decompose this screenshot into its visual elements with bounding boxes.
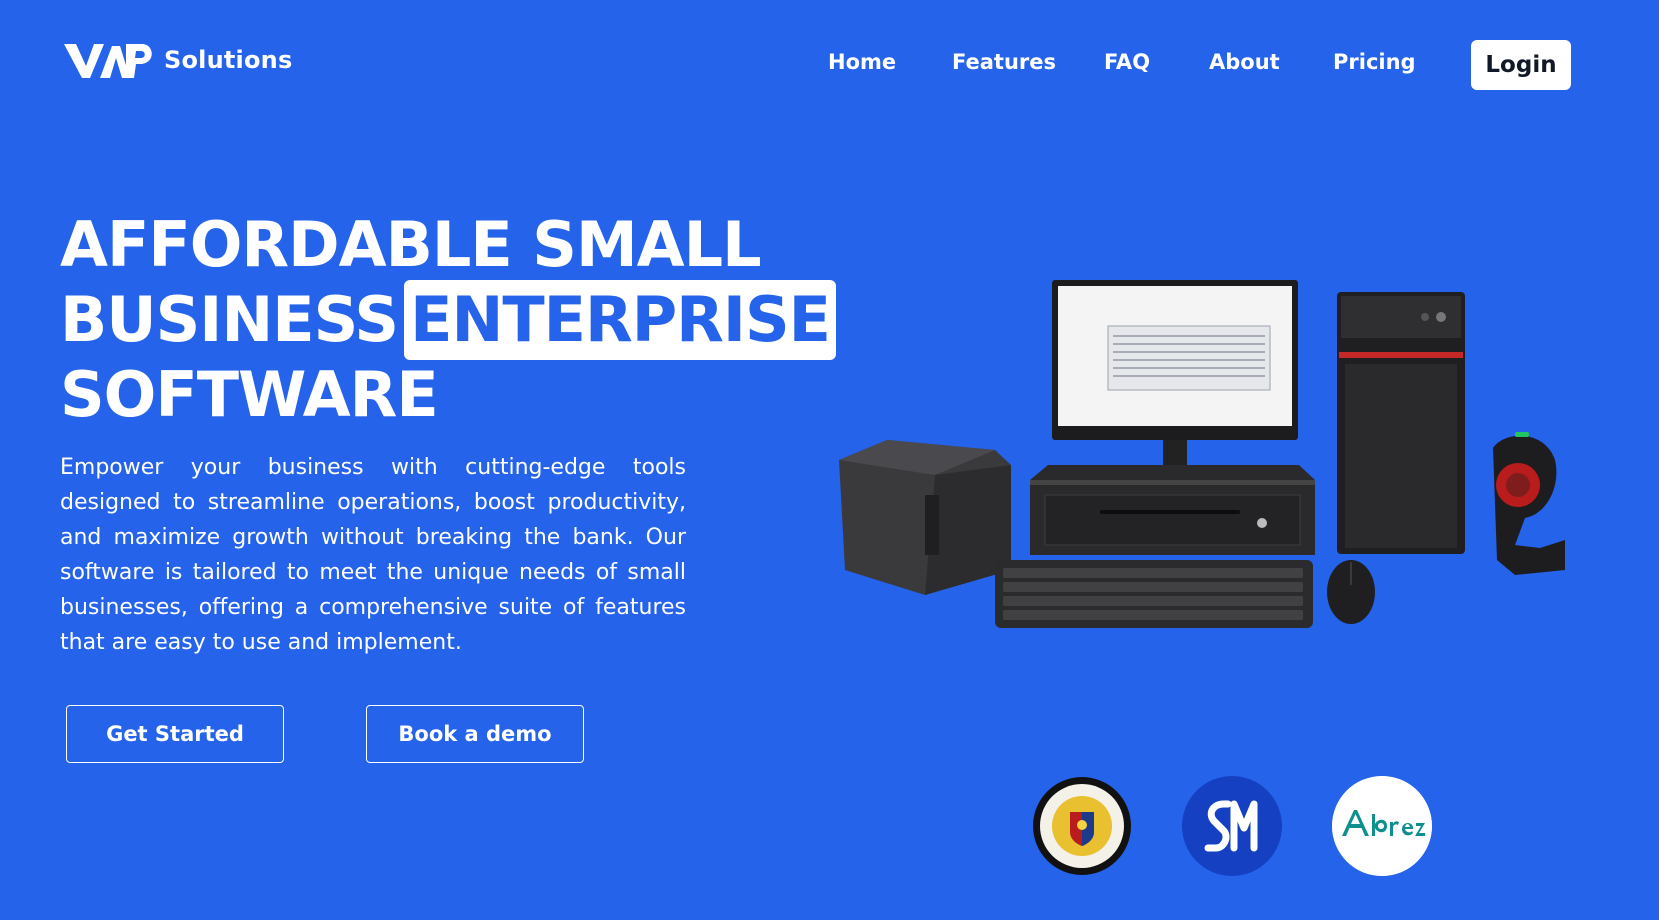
get-started-button[interactable]: Get Started [66, 705, 284, 763]
brand-name: Solutions [164, 46, 293, 74]
hero-description: Empower your business with cutting-edge … [60, 455, 686, 655]
sm-logo [1182, 776, 1282, 876]
sm-logo-icon [1182, 776, 1282, 876]
keyboard-icon [995, 560, 1313, 628]
hero-title-prefix: BUSINESS [60, 283, 399, 356]
nav-pricing[interactable]: Pricing [1333, 50, 1416, 74]
bir-seal-logo [1032, 776, 1132, 876]
abreeza-logo-icon [1332, 776, 1432, 876]
receipt-printer-icon [839, 440, 1011, 595]
hero-title-line-2: BUSINESS ENTERPRISE [60, 280, 836, 360]
monitor-icon [1052, 280, 1298, 476]
cash-drawer-icon [1030, 465, 1315, 555]
vap-logo-icon [64, 44, 152, 78]
hero-title: AFFORDABLE SMALL BUSINESS ENTERPRISE SOFT… [60, 210, 836, 430]
nav-faq[interactable]: FAQ [1104, 50, 1150, 74]
hero-title-line-3: SOFTWARE [60, 358, 439, 431]
login-button[interactable]: Login [1471, 40, 1571, 90]
hero-title-line-1: AFFORDABLE SMALL [60, 208, 762, 281]
mouse-icon [1327, 560, 1375, 624]
book-demo-button[interactable]: Book a demo [366, 705, 584, 763]
nav-features[interactable]: Features [952, 50, 1056, 74]
site-header: Solutions Home Features FAQ About Pricin… [0, 0, 1659, 130]
hero-title-highlight: ENTERPRISE [404, 280, 836, 360]
pos-hardware-image [839, 280, 1565, 628]
pc-tower-icon [1337, 292, 1465, 554]
abreeza-logo [1332, 776, 1432, 876]
brand-logo[interactable]: Solutions [64, 40, 292, 80]
barcode-scanner-icon [1493, 432, 1565, 575]
nav-about[interactable]: About [1209, 50, 1280, 74]
nav-home[interactable]: Home [828, 50, 896, 74]
bir-seal-icon [1033, 777, 1131, 875]
